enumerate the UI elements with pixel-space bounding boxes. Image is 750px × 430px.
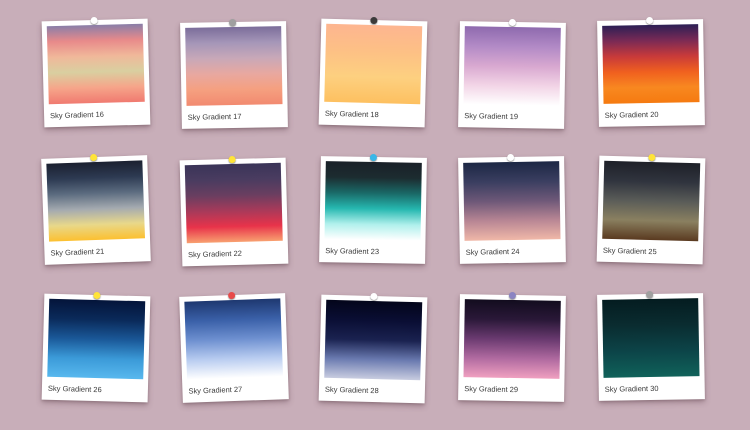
gradient-swatch — [46, 160, 146, 242]
card-label: Sky Gradient 28 — [324, 384, 379, 396]
card-label: Sky Gradient 24 — [465, 246, 520, 257]
pin-icon — [648, 153, 656, 162]
polaroid-board: Sky Gradient 16 Sky Gradient 17 Sky Grad… — [0, 0, 750, 430]
card-label: Sky Gradient 30 — [604, 383, 659, 394]
card-label: Sky Gradient 17 — [187, 111, 242, 122]
gradient-swatch — [463, 26, 561, 106]
polaroid-card[interactable]: Sky Gradient 23 — [319, 153, 427, 264]
gradient-swatch — [47, 298, 146, 380]
pin-icon — [370, 292, 378, 301]
pin-icon — [90, 16, 98, 25]
gradient-swatch — [324, 23, 423, 105]
card-label: Sky Gradient 26 — [47, 383, 102, 395]
gradient-swatch — [46, 23, 145, 105]
polaroid-card[interactable]: Sky Gradient 26 — [41, 291, 151, 403]
pin-icon — [228, 155, 236, 164]
pin-icon — [370, 16, 378, 25]
gradient-swatch — [463, 299, 561, 379]
card-label: Sky Gradient 19 — [464, 111, 519, 122]
pin-icon — [228, 291, 236, 300]
gradient-swatch — [184, 298, 284, 380]
card-label: Sky Gradient 21 — [50, 246, 105, 258]
pin-icon — [646, 290, 654, 299]
polaroid-card[interactable]: Sky Gradient 17 — [180, 18, 288, 129]
polaroid-card[interactable]: Sky Gradient 29 — [458, 291, 566, 402]
polaroid-card[interactable]: Sky Gradient 25 — [596, 153, 706, 265]
gradient-swatch — [184, 162, 283, 244]
pin-icon — [507, 153, 515, 162]
polaroid-card[interactable]: Sky Gradient 18 — [318, 16, 428, 128]
card-label: Sky Gradient 29 — [464, 384, 519, 395]
pin-icon — [90, 153, 98, 162]
polaroid-card[interactable]: Sky Gradient 30 — [597, 290, 705, 401]
gradient-swatch — [602, 298, 700, 378]
polaroid-card[interactable]: Sky Gradient 28 — [318, 292, 428, 404]
polaroid-card[interactable]: Sky Gradient 21 — [41, 153, 151, 265]
pin-icon — [369, 153, 377, 162]
gradient-swatch — [602, 24, 700, 104]
card-label: Sky Gradient 27 — [188, 384, 243, 396]
polaroid-card[interactable]: Sky Gradient 24 — [458, 153, 566, 264]
gradient-swatch — [463, 161, 561, 241]
pin-icon — [646, 16, 654, 25]
card-label: Sky Gradient 20 — [604, 109, 659, 120]
pin-icon — [508, 18, 516, 27]
polaroid-card[interactable]: Sky Gradient 22 — [179, 155, 289, 267]
card-label: Sky Gradient 18 — [324, 108, 379, 120]
card-label: Sky Gradient 25 — [602, 245, 657, 257]
gradient-swatch — [602, 160, 701, 242]
pin-icon — [93, 291, 101, 300]
gradient-swatch — [324, 161, 422, 241]
gradient-swatch — [324, 299, 423, 381]
polaroid-card[interactable]: Sky Gradient 20 — [597, 16, 705, 127]
polaroid-card[interactable]: Sky Gradient 16 — [41, 16, 151, 128]
gradient-swatch — [185, 26, 283, 106]
polaroid-card[interactable]: Sky Gradient 27 — [179, 291, 289, 403]
polaroid-card[interactable]: Sky Gradient 19 — [458, 18, 566, 129]
pin-icon — [229, 18, 237, 27]
card-label: Sky Gradient 22 — [187, 248, 242, 260]
card-label: Sky Gradient 16 — [49, 109, 104, 121]
pin-icon — [508, 291, 516, 300]
card-label: Sky Gradient 23 — [325, 246, 380, 257]
